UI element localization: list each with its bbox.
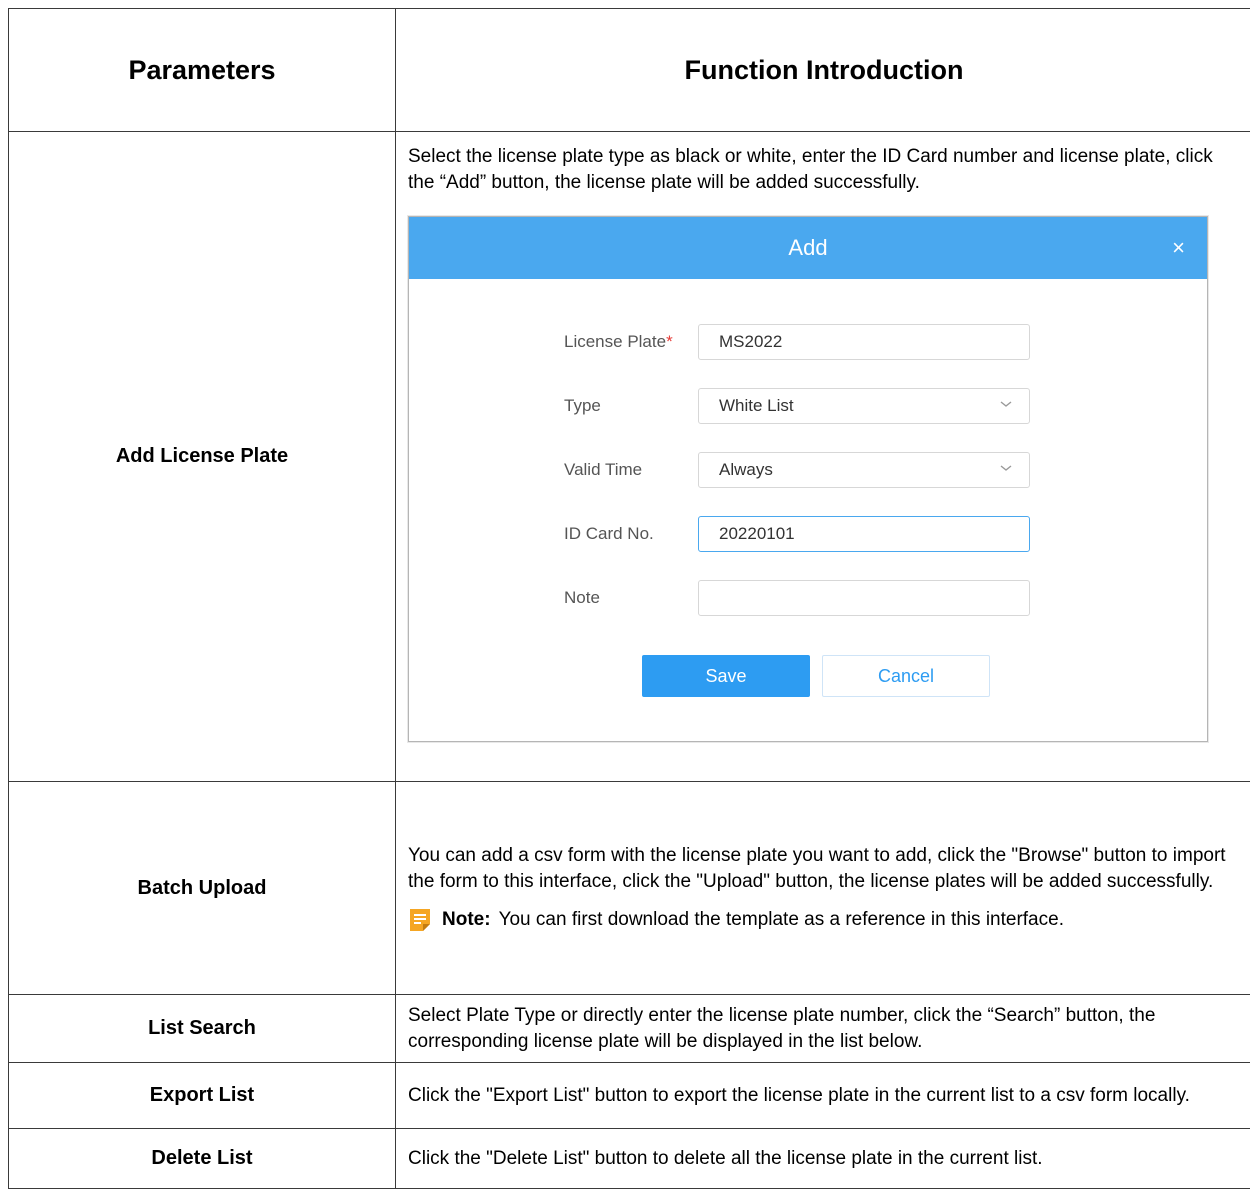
table-header-row: Parameters Function Introduction [9,9,1250,132]
parameters-header: Parameters [9,9,396,132]
table-row: Delete List Click the "Delete List" butt… [9,1129,1250,1189]
chevron-down-icon [999,461,1013,475]
table-row: Add License Plate Select the license pla… [9,132,1250,782]
function-introduction-header: Function Introduction [396,9,1250,132]
dialog-title: Add [788,235,827,260]
id-card-label: ID Card No. [564,521,698,547]
description-text: You can add a csv form with the license … [408,843,1240,895]
license-plate-input[interactable]: MS2022 [698,324,1030,360]
save-button[interactable]: Save [642,655,810,697]
note-line: Note: You can first download the templat… [408,907,1240,933]
table-row: Batch Upload You can add a csv form with… [9,782,1250,995]
license-plate-row: License Plate* MS2022 [564,323,1030,361]
note-row: Note [564,579,1030,617]
required-mark: * [666,332,673,351]
function-description: Select Plate Type or directly enter the … [396,995,1250,1063]
parameter-name: Add License Plate [9,132,396,782]
license-plate-label: License Plate* [564,329,698,355]
function-description: Click the "Delete List" button to delete… [396,1129,1250,1189]
note-heading: Note: [442,907,491,933]
function-description: Select the license plate type as black o… [396,132,1250,782]
valid-time-select[interactable]: Always [698,452,1030,488]
close-icon[interactable]: × [1172,217,1185,279]
id-card-input[interactable]: 20220101 [698,516,1030,552]
type-row: Type White List [564,387,1030,425]
parameter-name: Export List [9,1063,396,1129]
add-dialog: Add × License Plate* MS2022 Type White L… [408,216,1208,742]
parameters-table: Parameters Function Introduction Add Lic… [8,8,1250,1189]
parameter-name: Batch Upload [9,782,396,995]
note-label: Note [564,585,698,611]
type-label: Type [564,393,698,419]
valid-time-row: Valid Time Always [564,451,1030,489]
dialog-body: License Plate* MS2022 Type White List [409,279,1207,741]
table-row: Export List Click the "Export List" butt… [9,1063,1250,1129]
function-description: Click the "Export List" button to export… [396,1063,1250,1129]
note-input[interactable] [698,580,1030,616]
function-description: You can add a csv form with the license … [396,782,1250,995]
type-select[interactable]: White List [698,388,1030,424]
description-text: Select the license plate type as black o… [408,144,1240,196]
chevron-down-icon [999,397,1013,411]
cancel-button[interactable]: Cancel [822,655,990,697]
valid-time-label: Valid Time [564,457,698,483]
dialog-header: Add × [409,217,1207,279]
table-row: List Search Select Plate Type or directl… [9,995,1250,1063]
note-text: You can first download the template as a… [499,907,1064,933]
parameter-name: List Search [9,995,396,1063]
note-icon [408,907,432,933]
parameter-name: Delete List [9,1129,396,1189]
id-card-row: ID Card No. 20220101 [564,515,1030,553]
